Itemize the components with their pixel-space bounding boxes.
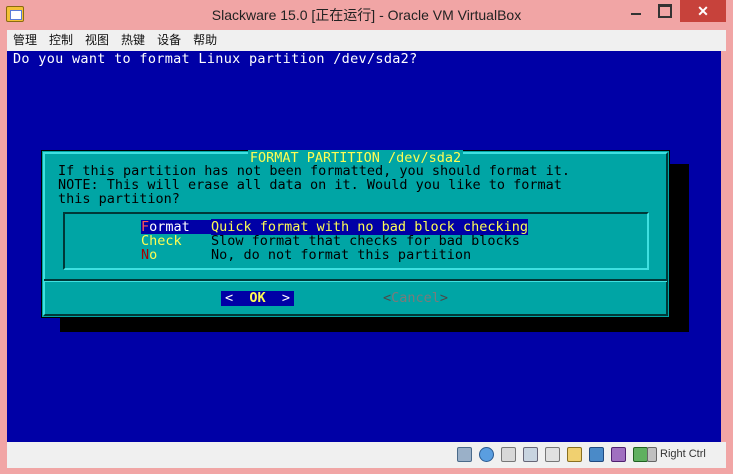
mouse-integration-icon[interactable] [633, 447, 648, 462]
format-partition-dialog: FORMAT PARTITION /dev/sda2 If this parti… [41, 150, 670, 318]
video-capture-icon[interactable] [611, 447, 626, 462]
maximize-button[interactable] [651, 0, 679, 22]
menu-help[interactable]: 帮助 [187, 30, 223, 51]
menu-hotkeys[interactable]: 热键 [115, 30, 151, 51]
menu-control[interactable]: 控制 [43, 30, 79, 51]
shared-folder-icon[interactable] [567, 447, 582, 462]
cancel-label: Cancel [391, 290, 440, 306]
ok-button[interactable]: < OK > [221, 291, 294, 306]
menu-bar: 管理 控制 视图 热键 设备 帮助 [7, 30, 726, 51]
close-icon: ✕ [697, 2, 709, 19]
ok-label: OK [249, 290, 266, 306]
optical-drive-icon[interactable] [479, 447, 494, 462]
display-icon[interactable] [589, 447, 604, 462]
option-description: No, do not format this partition [211, 247, 472, 263]
cancel-right-bracket: > [439, 290, 449, 306]
menu-manage[interactable]: 管理 [7, 30, 43, 51]
cancel-button[interactable]: <Cancel> [383, 291, 448, 306]
option-tag: o [149, 247, 158, 263]
virtualbox-window: Slackware 15.0 [正在运行] - Oracle VM Virtua… [0, 0, 733, 474]
options-menu: Format Quick format with no bad block che… [63, 212, 649, 270]
minimize-button[interactable] [622, 0, 650, 22]
menu-devices[interactable]: 设备 [151, 30, 187, 51]
usb-icon[interactable] [545, 447, 560, 462]
hard-disk-icon[interactable] [457, 447, 472, 462]
menu-view[interactable]: 视图 [79, 30, 115, 51]
audio-icon[interactable] [501, 447, 516, 462]
title-bar[interactable]: Slackware 15.0 [正在运行] - Oracle VM Virtua… [0, 0, 733, 30]
message-line: NOTE: This will erase all data on it. Wo… [58, 177, 562, 193]
backtitle: Do you want to format Linux partition /d… [13, 51, 418, 67]
cancel-left-bracket: < [383, 290, 392, 306]
host-key-label: Right Ctrl [660, 448, 706, 460]
option-format[interactable]: Format Quick format with no bad block che… [141, 219, 528, 235]
status-bar: Right Ctrl [7, 442, 726, 468]
ok-left-bracket: < [224, 290, 234, 306]
message-line: If this partition has not been formatted… [58, 163, 571, 179]
dialog-message: If this partition has not been formatted… [58, 164, 570, 206]
dialog-separator [44, 279, 667, 282]
ok-right-bracket: > [281, 290, 291, 306]
option-no[interactable]: No No, do not format this partition [141, 248, 471, 262]
keyboard-icon[interactable] [647, 447, 657, 462]
message-line: this partition? [58, 191, 180, 207]
option-hotkey: N [141, 247, 150, 263]
guest-screen[interactable]: Do you want to format Linux partition /d… [7, 51, 721, 442]
close-button[interactable]: ✕ [680, 0, 726, 22]
network-icon[interactable] [523, 447, 538, 462]
option-check[interactable]: Check Slow format that checks for bad blo… [141, 234, 520, 248]
